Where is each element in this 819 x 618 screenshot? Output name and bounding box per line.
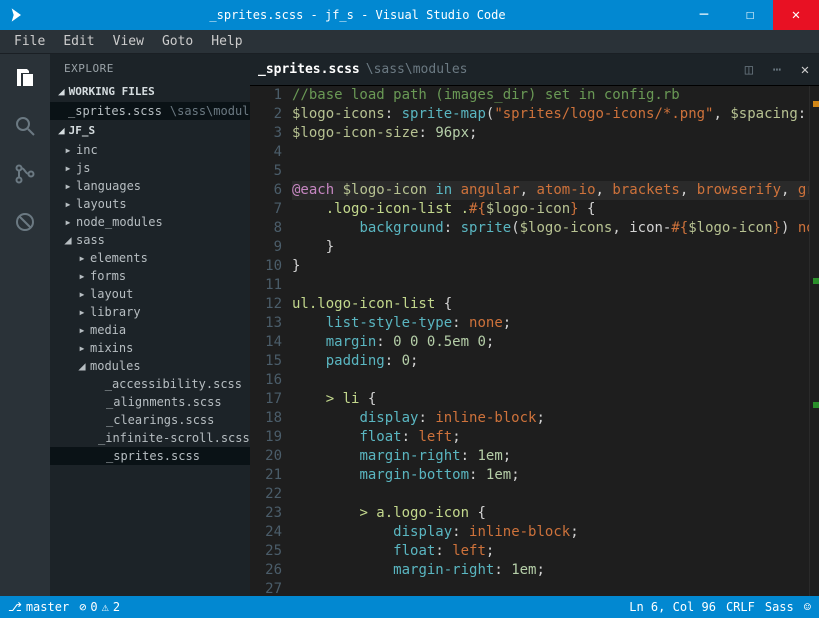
- eol-indicator[interactable]: CRLF: [726, 600, 755, 614]
- tree-label: _sprites.scss: [106, 449, 200, 463]
- chevron-right-icon: ▸: [64, 179, 72, 193]
- folder-row[interactable]: ▸ forms: [50, 267, 250, 285]
- chevron-down-icon: ◢: [58, 85, 65, 98]
- tree-label: languages: [76, 179, 141, 193]
- editor[interactable]: 1234567891011121314151617181920212223242…: [250, 86, 819, 596]
- cursor-position[interactable]: Ln 6, Col 96: [629, 600, 716, 614]
- folder-row[interactable]: ▸ media: [50, 321, 250, 339]
- file-row[interactable]: _infinite-scroll.scss: [50, 429, 250, 447]
- app-icon: [0, 7, 34, 23]
- chevron-down-icon: ◢: [78, 359, 86, 373]
- code-content[interactable]: //base load path (images_dir) set in con…: [292, 86, 809, 596]
- tree-label: layout: [90, 287, 133, 301]
- working-files-header[interactable]: ◢ WORKING FILES: [50, 81, 250, 102]
- tree-label: mixins: [90, 341, 133, 355]
- folder-row[interactable]: ▸ node_modules: [50, 213, 250, 231]
- error-icon: ⊘: [79, 600, 86, 614]
- chevron-right-icon: ▸: [64, 161, 72, 175]
- chevron-right-icon: ▸: [64, 143, 72, 157]
- folder-row[interactable]: ▸ layout: [50, 285, 250, 303]
- window-title: _sprites.scss - jf_s - Visual Studio Cod…: [34, 8, 681, 22]
- tree-label: sass: [76, 233, 105, 247]
- project-header[interactable]: ◢ JF_S: [50, 120, 250, 141]
- menubar: FileEditViewGotoHelp: [0, 30, 819, 54]
- folder-row[interactable]: ▸ layouts: [50, 195, 250, 213]
- warning-icon: ⚠: [102, 600, 109, 614]
- tree-label: media: [90, 323, 126, 337]
- more-icon[interactable]: ⋯: [763, 62, 791, 78]
- titlebar: _sprites.scss - jf_s - Visual Studio Cod…: [0, 0, 819, 30]
- problems[interactable]: ⊘ 0 ⚠ 2: [79, 600, 120, 614]
- folder-row[interactable]: ▸ languages: [50, 177, 250, 195]
- chevron-down-icon: ◢: [64, 233, 72, 247]
- tab-title[interactable]: _sprites.scss: [258, 62, 360, 77]
- editor-group: _sprites.scss \sass\modules ◫ ⋯ ✕ 123456…: [250, 54, 819, 596]
- tree-label: library: [90, 305, 141, 319]
- folder-row[interactable]: ▸ elements: [50, 249, 250, 267]
- feedback-icon[interactable]: ☺: [804, 600, 811, 614]
- menu-edit[interactable]: Edit: [55, 32, 102, 51]
- chevron-down-icon: ◢: [58, 124, 65, 137]
- folder-row[interactable]: ◢ modules: [50, 357, 250, 375]
- language-mode[interactable]: Sass: [765, 600, 794, 614]
- tree-label: forms: [90, 269, 126, 283]
- explorer-icon[interactable]: [11, 64, 39, 92]
- working-file[interactable]: _sprites.scss\sass\modules: [50, 102, 250, 120]
- split-editor-icon[interactable]: ◫: [735, 62, 763, 78]
- chevron-right-icon: ▸: [78, 323, 86, 337]
- sidebar-title: EXPLORE: [50, 54, 250, 81]
- activitybar: [0, 54, 50, 596]
- folder-row[interactable]: ◢ sass: [50, 231, 250, 249]
- tree-label: layouts: [76, 197, 127, 211]
- git-branch[interactable]: ⎇ master: [8, 600, 69, 614]
- tree-label: _infinite-scroll.scss: [98, 431, 250, 445]
- chevron-right-icon: ▸: [78, 287, 86, 301]
- chevron-right-icon: ▸: [64, 215, 72, 229]
- tree-label: _alignments.scss: [106, 395, 222, 409]
- menu-help[interactable]: Help: [203, 32, 250, 51]
- tree-label: inc: [76, 143, 98, 157]
- file-row[interactable]: _accessibility.scss: [50, 375, 250, 393]
- overview-ruler[interactable]: [809, 86, 819, 596]
- folder-row[interactable]: ▸ js: [50, 159, 250, 177]
- sidebar: EXPLORE ◢ WORKING FILES _sprites.scss\sa…: [50, 54, 250, 596]
- chevron-right-icon: ▸: [64, 197, 72, 211]
- menu-view[interactable]: View: [105, 32, 152, 51]
- line-gutter: 1234567891011121314151617181920212223242…: [250, 86, 292, 596]
- folder-row[interactable]: ▸ library: [50, 303, 250, 321]
- close-tab-icon[interactable]: ✕: [791, 62, 819, 78]
- menu-goto[interactable]: Goto: [154, 32, 201, 51]
- source-control-icon[interactable]: [11, 160, 39, 188]
- menu-file[interactable]: File: [6, 32, 53, 51]
- file-row[interactable]: _alignments.scss: [50, 393, 250, 411]
- search-icon[interactable]: [11, 112, 39, 140]
- tree-label: _accessibility.scss: [105, 377, 242, 391]
- tree-label: _clearings.scss: [106, 413, 214, 427]
- close-button[interactable]: ✕: [773, 0, 819, 30]
- branch-icon: ⎇: [8, 600, 22, 614]
- file-row[interactable]: _sprites.scss: [50, 447, 250, 465]
- chevron-right-icon: ▸: [78, 269, 86, 283]
- minimize-button[interactable]: ─: [681, 0, 727, 30]
- editor-tabs: _sprites.scss \sass\modules ◫ ⋯ ✕: [250, 54, 819, 86]
- tree-label: elements: [90, 251, 148, 265]
- chevron-right-icon: ▸: [78, 341, 86, 355]
- chevron-right-icon: ▸: [78, 305, 86, 319]
- debug-icon[interactable]: [11, 208, 39, 236]
- statusbar: ⎇ master ⊘ 0 ⚠ 2 Ln 6, Col 96 CRLF Sass …: [0, 596, 819, 618]
- folder-row[interactable]: ▸ inc: [50, 141, 250, 159]
- tree-label: node_modules: [76, 215, 163, 229]
- tree-label: modules: [90, 359, 141, 373]
- tree-label: js: [76, 161, 90, 175]
- file-row[interactable]: _clearings.scss: [50, 411, 250, 429]
- tab-path: \sass\modules: [366, 62, 468, 77]
- folder-row[interactable]: ▸ mixins: [50, 339, 250, 357]
- maximize-button[interactable]: ☐: [727, 0, 773, 30]
- chevron-right-icon: ▸: [78, 251, 86, 265]
